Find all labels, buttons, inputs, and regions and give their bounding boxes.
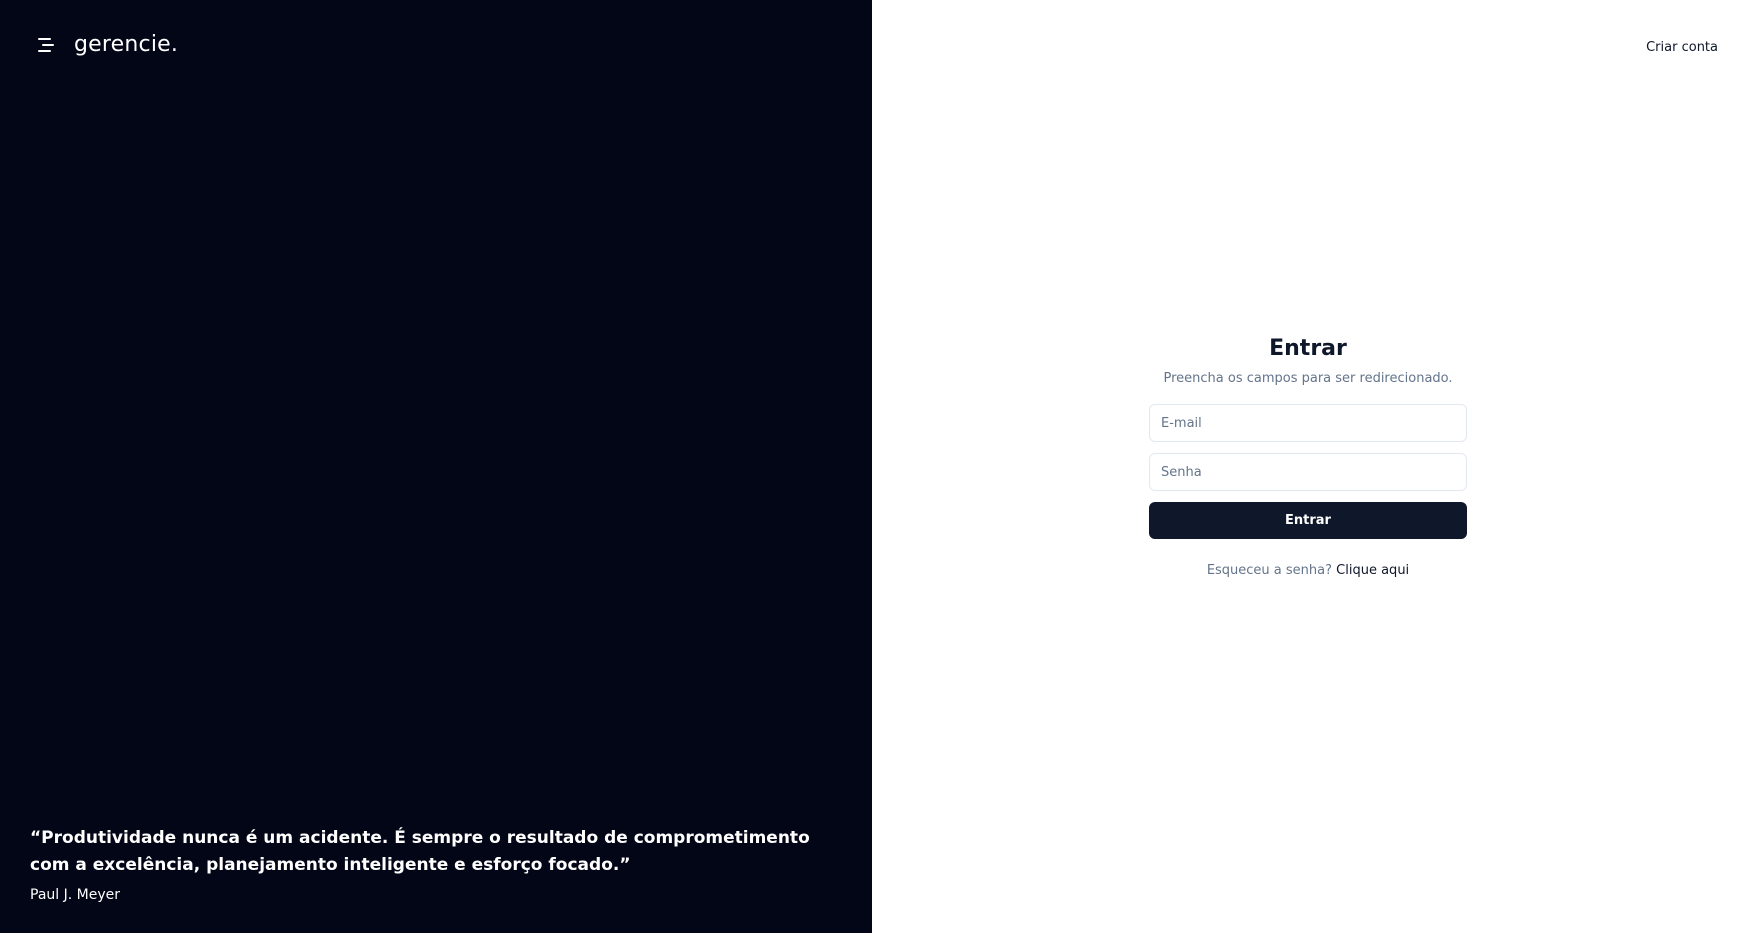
forgot-password-link[interactable]: Clique aqui <box>1336 563 1409 578</box>
login-subtitle: Preencha os campos para ser redirecionad… <box>1163 371 1453 386</box>
menu-icon[interactable] <box>36 35 56 55</box>
email-field[interactable] <box>1149 404 1467 442</box>
quote-author: Paul J. Meyer <box>30 887 120 903</box>
login-panel: Criar conta Entrar Preencha os campos pa… <box>872 0 1744 933</box>
quote-block: “Produtividade nunca é um acidente. É se… <box>30 825 850 903</box>
brand-logo-text: gerencie. <box>74 32 179 57</box>
forgot-password-row: Esqueceu a senha? Clique aqui <box>1149 563 1467 578</box>
quote-text: “Produtividade nunca é um acidente. É se… <box>30 828 810 875</box>
password-field[interactable] <box>1149 453 1467 491</box>
login-button[interactable]: Entrar <box>1149 502 1467 539</box>
create-account-link[interactable]: Criar conta <box>1646 40 1718 55</box>
login-title: Entrar <box>1269 336 1347 361</box>
brand-header: gerencie. <box>36 32 178 57</box>
forgot-password-text: Esqueceu a senha? <box>1206 563 1333 578</box>
brand-panel: gerencie. “Produtividade nunca é um acid… <box>0 0 872 933</box>
login-form: Entrar Preencha os campos para ser redir… <box>1149 336 1467 578</box>
